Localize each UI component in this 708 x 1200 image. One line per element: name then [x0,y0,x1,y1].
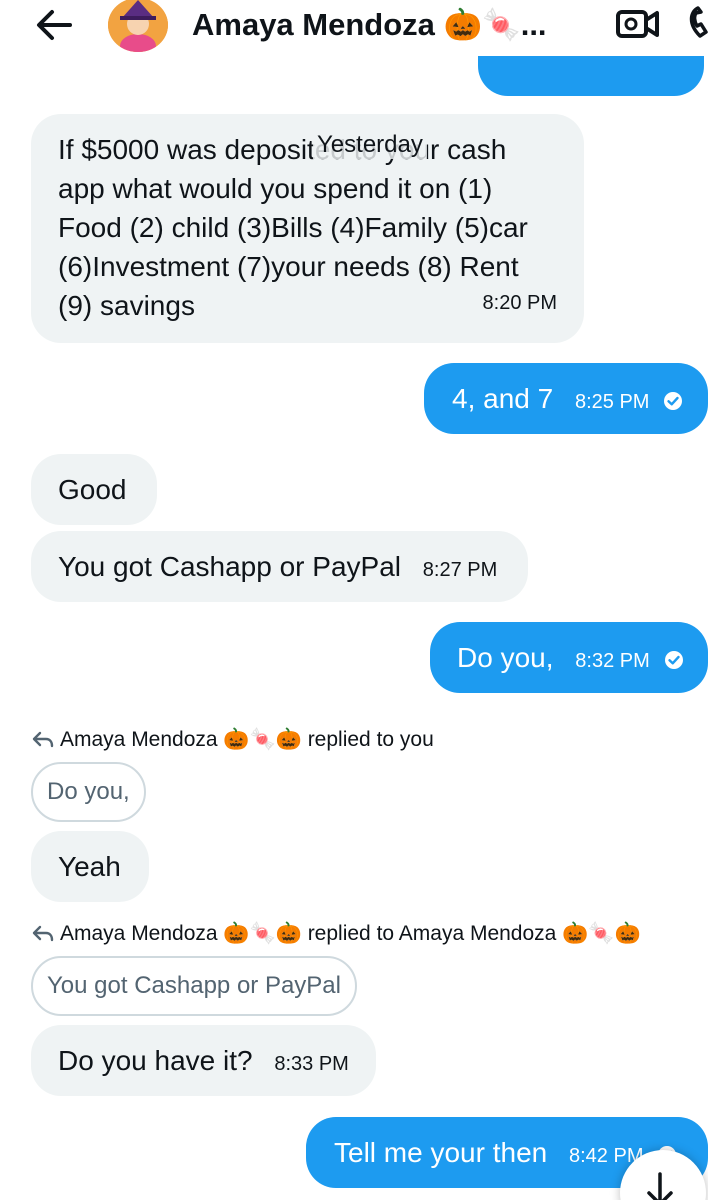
reply-arrow-icon [32,731,54,748]
message-text: You got Cashapp or PayPal [58,551,401,582]
read-check-icon [664,392,683,410]
arrow-down-icon [647,1172,673,1200]
reply-context: Amaya Mendoza 🎃🍬🎃 replied to Amaya Mendo… [32,922,641,946]
message-text: Tell me your then [334,1137,548,1168]
reply-header-text: Amaya Mendoza 🎃🍬🎃 replied to Amaya Mendo… [60,922,641,945]
incoming-message[interactable]: If $5000 was deposited to your cash app … [31,114,584,343]
outgoing-message[interactable]: 4, and 7 8:25 PM [424,363,708,434]
quoted-message[interactable]: You got Cashapp or PayPal [31,956,357,1016]
message-time: 8:27 PM [422,559,498,581]
message-time: 8:32 PM [575,650,650,672]
message-time: 8:25 PM [574,391,650,413]
video-camera-icon[interactable] [616,7,660,41]
incoming-message[interactable]: Good [31,454,157,525]
date-divider: Yesterday [313,131,427,159]
incoming-message[interactable]: You got Cashapp or PayPal 8:27 PM [31,531,528,602]
phone-icon[interactable] [684,4,708,40]
avatar[interactable] [108,0,168,52]
conversation-header: Amaya Mendoza 🎃🍬... [0,0,708,56]
reply-header-text: Amaya Mendoza 🎃🍬🎃 replied to you [60,728,434,751]
message-text: 4, and 7 [452,383,554,414]
incoming-message[interactable]: Yeah [31,831,149,902]
contact-name[interactable]: Amaya Mendoza 🎃🍬... [192,6,547,43]
quoted-message[interactable]: Do you, [31,762,146,822]
outgoing-message[interactable]: Do you, 8:32 PM [430,622,708,693]
message-text: Yeah [58,851,121,882]
reply-context: Amaya Mendoza 🎃🍬🎃 replied to you [32,728,434,752]
incoming-message[interactable]: Do you have it? 8:33 PM [31,1025,376,1096]
arrow-left-icon[interactable] [34,8,74,42]
message-text: Do you have it? [58,1045,253,1076]
message-time: 8:20 PM [482,292,557,314]
message-text: Good [58,474,127,505]
reply-arrow-icon [32,925,54,942]
message-text: Do you, [457,642,554,673]
message-time: 8:33 PM [274,1053,349,1075]
read-check-icon [664,651,683,669]
